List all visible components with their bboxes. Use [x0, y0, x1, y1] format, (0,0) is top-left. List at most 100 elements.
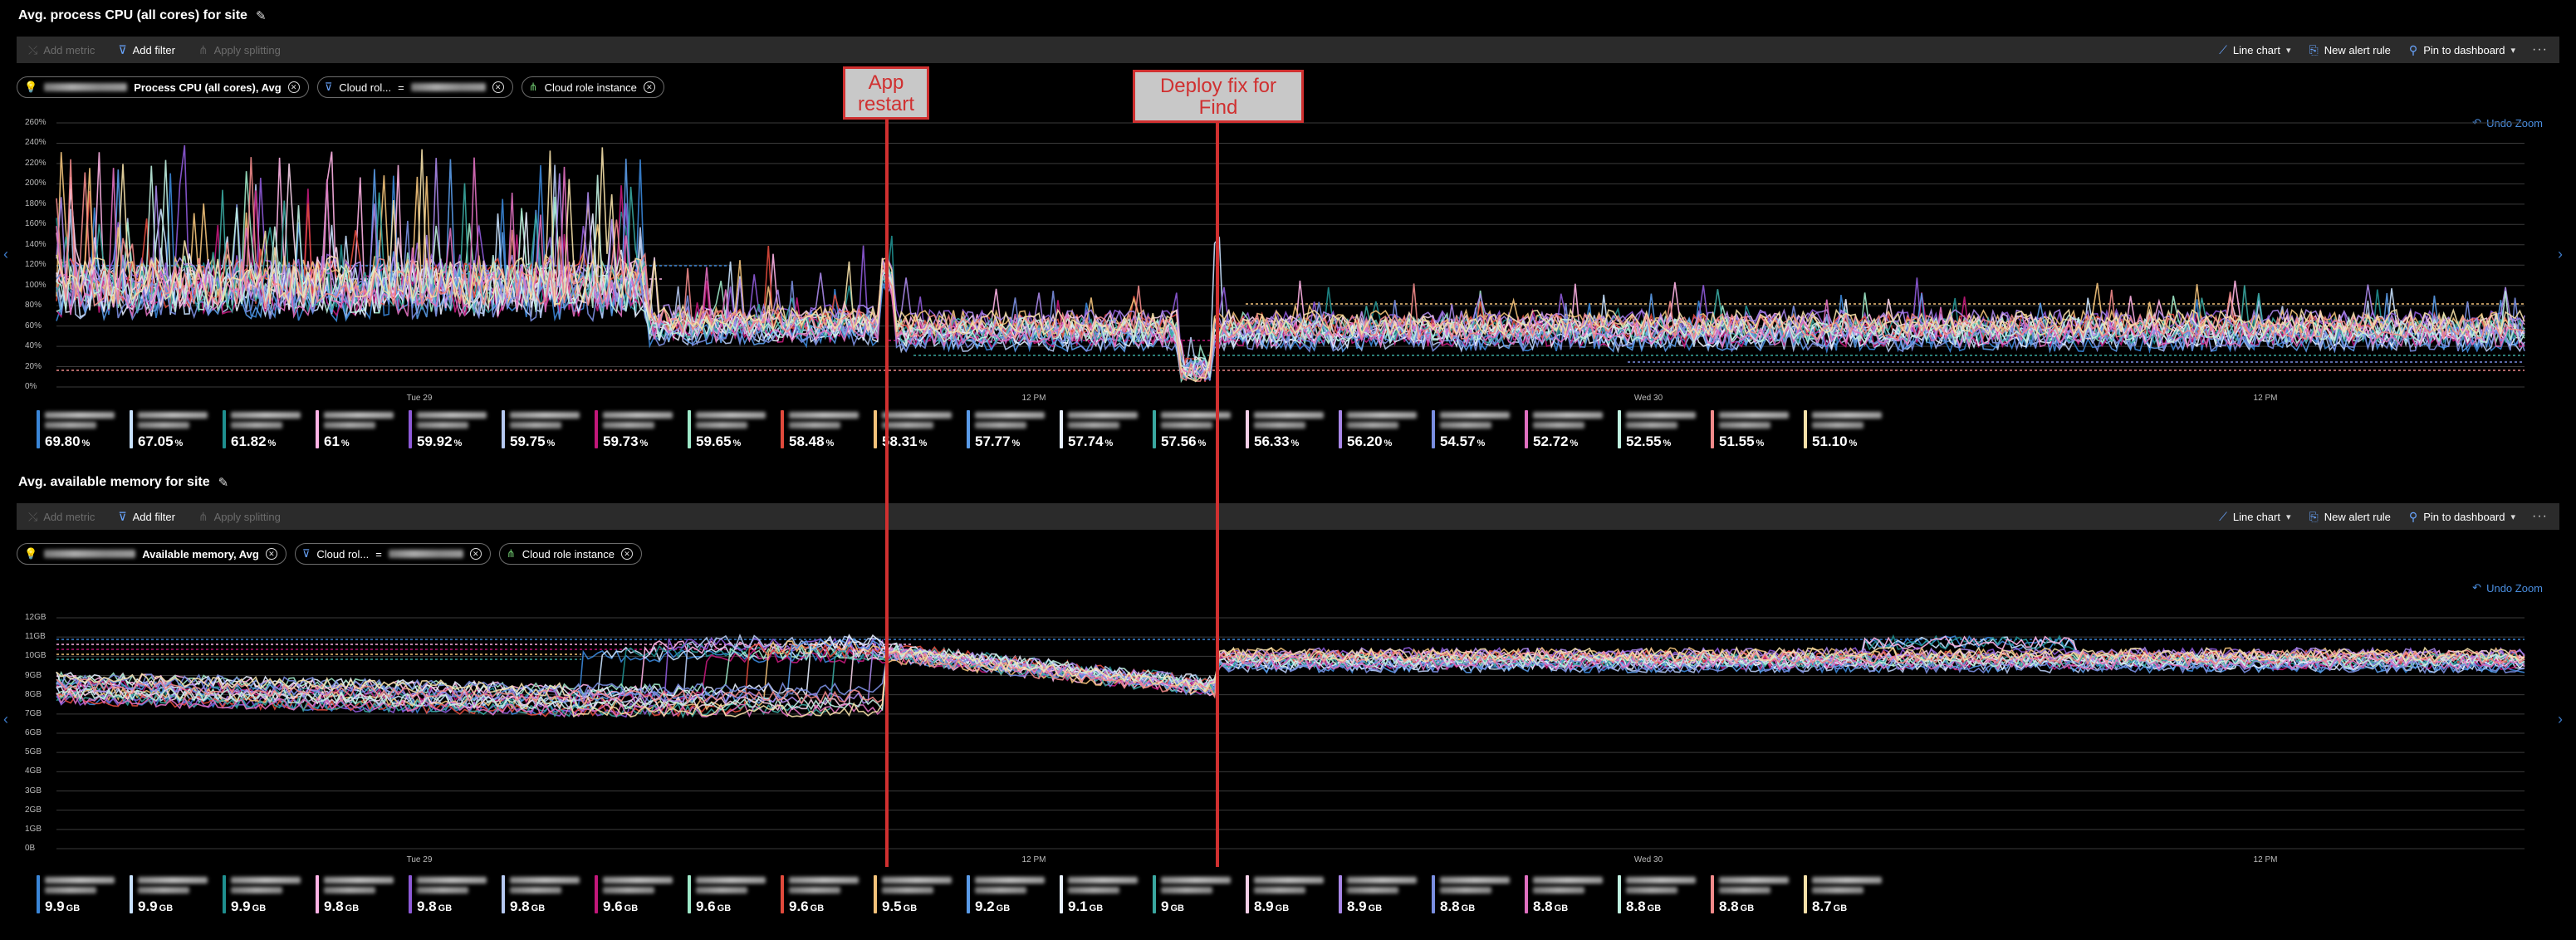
legend-item[interactable]: 57.77% — [967, 410, 1060, 450]
legend-item[interactable]: 9.8 GB — [409, 875, 502, 915]
legend-item[interactable]: 9.8 GB — [502, 875, 595, 915]
legend-value: 54.57% — [1440, 433, 1486, 449]
legend-value: 51.10% — [1812, 433, 1858, 449]
add-metric-button[interactable]: ⤯ Add metric — [28, 510, 95, 524]
remove-chip-icon[interactable]: ✕ — [621, 548, 634, 560]
undo-zoom-button[interactable]: ↶ Undo Zoom — [2472, 581, 2543, 595]
legend-item[interactable]: 8.8 GB — [1525, 875, 1618, 915]
legend-item[interactable]: 9.6 GB — [688, 875, 781, 915]
legend-value: 56.20% — [1347, 433, 1393, 449]
splitting-icon: ⋔ — [528, 81, 538, 93]
apply-splitting-button[interactable]: ⋔ Apply splitting — [198, 43, 281, 57]
legend-value: 9.9 GB — [231, 898, 267, 914]
mem-panel: Avg. available memory for site ✎ ⤯ Add me… — [0, 473, 2576, 598]
legend-color-swatch — [1153, 875, 1156, 913]
legend-color-swatch — [1246, 410, 1249, 448]
legend-item[interactable]: 61% — [316, 410, 409, 450]
legend-item[interactable]: 9.8 GB — [316, 875, 409, 915]
legend-item[interactable]: 59.73% — [595, 410, 688, 450]
legend-item[interactable]: 8.8 GB — [1618, 875, 1711, 915]
cpu_panel-plot-svg[interactable] — [0, 116, 2576, 403]
legend-item[interactable]: 52.55% — [1618, 410, 1711, 450]
pin-to-dashboard-dropdown[interactable]: ⚲ Pin to dashboard ▾ — [2409, 43, 2515, 57]
mem-chart[interactable]: 12GB 11GB 10GB 9GB 8GB 7GB 6GB 5GB 4GB 3GB 2GB 1GB 0… — [0, 598, 2576, 868]
legend-item[interactable]: 9 GB — [1153, 875, 1246, 915]
legend-item[interactable]: 57.74% — [1060, 410, 1153, 450]
y-tick-label: 2GB — [25, 805, 42, 815]
legend-item[interactable]: 8.7 GB — [1804, 875, 1897, 915]
y-tick-label: 140% — [25, 239, 47, 249]
legend-item[interactable]: 67.05% — [130, 410, 223, 450]
new-alert-rule-button[interactable]: ⎘ New alert rule — [2309, 43, 2391, 57]
line-chart-dropdown[interactable]: ⟋ Line chart ▾ — [2219, 43, 2290, 57]
filter-chip[interactable]: ⊽ Cloud rol... = ✕ — [316, 76, 513, 98]
legend-item[interactable]: 9.5 GB — [874, 875, 967, 915]
filter-icon: ⊽ — [301, 547, 311, 560]
new-alert-rule-button[interactable]: ⎘ New alert rule — [2309, 510, 2391, 524]
chevron-down-icon: ▾ — [2510, 45, 2516, 56]
legend-item[interactable]: 54.57% — [1432, 410, 1525, 450]
apply-splitting-button[interactable]: ⋔ Apply splitting — [198, 510, 281, 524]
add-filter-icon: ⊽ — [118, 42, 127, 56]
legend-item[interactable]: 59.65% — [688, 410, 781, 450]
legend-item[interactable]: 69.80% — [37, 410, 130, 450]
filter-chip[interactable]: ⊽ Cloud rol... = ✕ — [294, 543, 491, 565]
cpu-chart[interactable]: 260% 240% 220% 200% 180% 160% 140% 120% 100% 80% 6… — [0, 116, 2576, 403]
y-tick-label: 6GB — [25, 728, 42, 737]
edit-title-pencil-icon[interactable]: ✎ — [256, 8, 267, 23]
edit-title-pencil-icon[interactable]: ✎ — [218, 475, 229, 490]
more-options-icon[interactable]: ··· — [2532, 42, 2548, 57]
pin-to-dashboard-dropdown[interactable]: ⚲ Pin to dashboard ▾ — [2409, 510, 2515, 524]
remove-chip-icon[interactable]: ✕ — [287, 81, 300, 93]
legend-item[interactable]: 8.8 GB — [1432, 875, 1525, 915]
split-chip[interactable]: ⋔ Cloud role instance ✕ — [521, 76, 664, 98]
add-filter-button[interactable]: ⊽ Add filter — [118, 510, 175, 524]
legend-color-swatch — [1339, 875, 1342, 913]
remove-chip-icon[interactable]: ✕ — [492, 81, 504, 93]
legend-item[interactable]: 9.9 GB — [37, 875, 130, 915]
legend-item[interactable]: 56.20% — [1339, 410, 1432, 450]
legend-value: 59.92% — [417, 433, 463, 449]
legend-item[interactable]: 8.8 GB — [1711, 875, 1804, 915]
y-tick-label: 180% — [25, 198, 47, 208]
legend-item[interactable]: 9.6 GB — [595, 875, 688, 915]
metric-chip[interactable]: 💡 Available memory, Avg ✕ — [17, 543, 286, 565]
mem_panel-plot-svg[interactable] — [0, 598, 2576, 868]
legend-item[interactable]: 61.82% — [223, 410, 316, 450]
legend-color-swatch — [316, 875, 319, 913]
y-tick-label: 11GB — [25, 632, 46, 642]
legend-item[interactable]: 51.55% — [1711, 410, 1804, 450]
metric-chip[interactable]: 💡 Process CPU (all cores), Avg ✕ — [17, 76, 309, 98]
legend-item[interactable]: 9.6 GB — [781, 875, 874, 915]
legend-item[interactable]: 58.48% — [781, 410, 874, 450]
legend-item[interactable]: 59.92% — [409, 410, 502, 450]
filter-icon: ⊽ — [324, 81, 333, 93]
alert-icon: ⎘ — [2309, 509, 2319, 523]
more-options-icon[interactable]: ··· — [2532, 509, 2548, 524]
legend-item[interactable]: 57.56% — [1153, 410, 1246, 450]
legend-item[interactable]: 8.9 GB — [1246, 875, 1339, 915]
legend-item[interactable]: 56.33% — [1246, 410, 1339, 450]
legend-item[interactable]: 9.9 GB — [223, 875, 316, 915]
legend-item[interactable]: 9.2 GB — [967, 875, 1060, 915]
legend-item[interactable]: 9.1 GB — [1060, 875, 1153, 915]
legend-item[interactable]: 52.72% — [1525, 410, 1618, 450]
legend-value: 8.8 GB — [1533, 898, 1569, 914]
legend-color-swatch — [688, 875, 691, 913]
legend-item[interactable]: 51.10% — [1804, 410, 1897, 450]
legend-value: 9.6 GB — [789, 898, 825, 914]
legend-color-swatch — [781, 875, 784, 913]
remove-chip-icon[interactable]: ✕ — [265, 548, 277, 560]
legend-value: 67.05% — [138, 433, 184, 449]
legend-item[interactable]: 9.9 GB — [130, 875, 223, 915]
legend-item[interactable]: 59.75% — [502, 410, 595, 450]
legend-color-swatch — [1060, 410, 1063, 448]
remove-chip-icon[interactable]: ✕ — [643, 81, 655, 93]
legend-item[interactable]: 8.9 GB — [1339, 875, 1432, 915]
legend-color-swatch — [1618, 875, 1621, 913]
line-chart-dropdown[interactable]: ⟋ Line chart ▾ — [2219, 510, 2290, 524]
add-filter-button[interactable]: ⊽ Add filter — [118, 43, 175, 57]
remove-chip-icon[interactable]: ✕ — [469, 548, 482, 560]
split-chip[interactable]: ⋔ Cloud role instance ✕ — [498, 543, 643, 565]
add-metric-button[interactable]: ⤯ Add metric — [28, 43, 95, 57]
